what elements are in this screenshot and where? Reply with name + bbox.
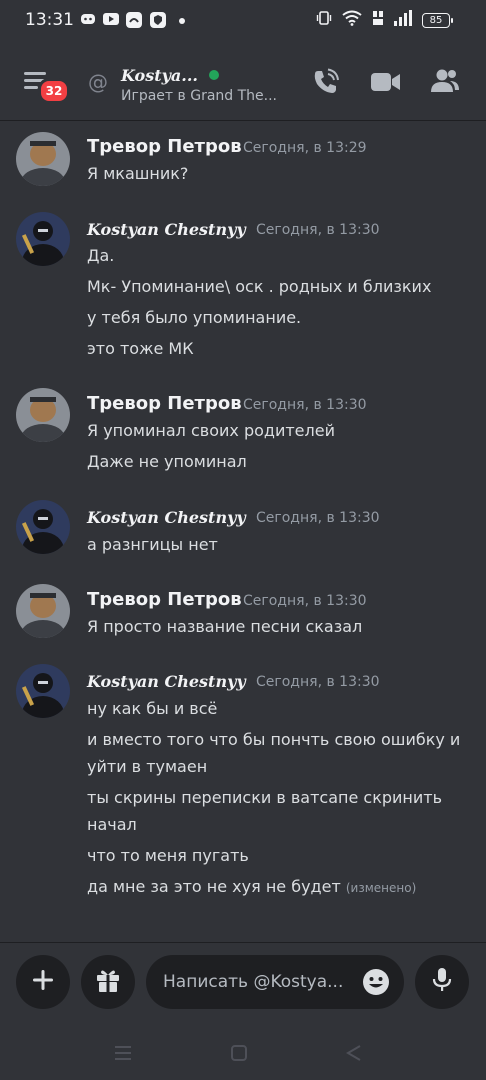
- recipient-activity: Играет в Grand The...: [121, 88, 277, 104]
- message-text: Я просто название песни сказал: [87, 617, 363, 636]
- volte-icon: [372, 10, 384, 30]
- vibrate-icon: [316, 10, 332, 30]
- voice-call-button[interactable]: [312, 68, 340, 100]
- avatar[interactable]: [16, 584, 70, 638]
- home-icon[interactable]: [230, 1044, 248, 1066]
- dm-header: 32 @ Kostya... Играет в Grand The...: [0, 44, 486, 121]
- emoji-icon[interactable]: [362, 968, 390, 1000]
- youtube-notification-icon: [103, 12, 119, 26]
- online-status-indicator: [209, 70, 219, 80]
- edited-label: (изменено): [345, 881, 417, 895]
- message-timestamp: Сегодня, в 13:30: [256, 510, 380, 526]
- status-indicators: 85: [316, 10, 453, 30]
- recent-apps-icon[interactable]: [114, 1044, 132, 1066]
- message-text: Я мкашник?: [87, 164, 189, 183]
- message-text: начал: [87, 815, 137, 834]
- message-text: да мне за это не хуя не будет (изменено): [87, 877, 416, 896]
- message-text: ну как бы и всё: [87, 699, 218, 718]
- discord-notification-icon: [80, 12, 96, 26]
- dm-recipient-name[interactable]: Kostya...: [121, 66, 198, 85]
- message-text: Мк- Упоминание\ оск . родных и близких: [87, 277, 432, 296]
- battery-indicator: 85: [422, 12, 453, 28]
- message-input[interactable]: Написать @Kostya...: [146, 955, 404, 1009]
- at-sign-icon: @: [88, 70, 108, 94]
- members-button[interactable]: [430, 68, 460, 98]
- message-input-placeholder: Написать @Kostya...: [163, 972, 344, 992]
- message-composer: Написать @Kostya...: [0, 942, 486, 1033]
- message-timestamp: Сегодня, в 13:30: [243, 397, 367, 413]
- plus-icon: [32, 969, 54, 995]
- status-time: 13:31: [25, 10, 74, 30]
- message-author[interactable]: Тревор Петров: [87, 589, 242, 610]
- voice-message-button[interactable]: [415, 955, 469, 1009]
- message-text: и вместо того что бы пончть свою ошибку …: [87, 730, 461, 749]
- video-call-button[interactable]: [371, 72, 401, 96]
- attach-button[interactable]: [16, 955, 70, 1009]
- wifi-icon: [342, 10, 362, 30]
- message-text: уйти в тумаен: [87, 757, 208, 776]
- message-timestamp: Сегодня, в 13:30: [256, 222, 380, 238]
- avatar[interactable]: [16, 132, 70, 186]
- message-timestamp: Сегодня, в 13:29: [243, 140, 367, 156]
- gift-icon: [95, 967, 121, 997]
- message-text: у тебя было упоминание.: [87, 308, 302, 327]
- gift-button[interactable]: [81, 955, 135, 1009]
- back-icon[interactable]: [345, 1044, 363, 1066]
- message-text: ты скрины переписки в ватсапе скринить: [87, 788, 443, 807]
- messenger-notification-icon: [126, 12, 142, 28]
- message-timestamp: Сегодня, в 13:30: [256, 674, 380, 690]
- message-author[interactable]: Kostyan Chestnyy: [87, 508, 246, 527]
- vpn-shield-icon: [150, 12, 166, 28]
- avatar[interactable]: [16, 212, 70, 266]
- microphone-icon: [431, 967, 453, 997]
- unread-mentions-badge: 32: [38, 78, 70, 104]
- status-bar: 13:31 85: [0, 0, 486, 44]
- message-text: Даже не упоминал: [87, 452, 247, 471]
- avatar[interactable]: [16, 388, 70, 442]
- signal-icon: [394, 10, 412, 30]
- message-text: это тоже МК: [87, 339, 194, 358]
- message-author[interactable]: Тревор Петров: [87, 393, 242, 414]
- message-timestamp: Сегодня, в 13:30: [243, 593, 367, 609]
- message-text: Я упоминал своих родителей: [87, 421, 335, 440]
- message-author[interactable]: Kostyan Chestnyy: [87, 672, 246, 691]
- message-text-content: да мне за это не хуя не будет: [87, 877, 341, 896]
- message-text: Да.: [87, 246, 115, 265]
- message-author[interactable]: Тревор Петров: [87, 136, 242, 157]
- avatar[interactable]: [16, 664, 70, 718]
- more-notifications-dot-icon: [179, 18, 185, 24]
- system-navigation-bar: [0, 1032, 486, 1080]
- message-author[interactable]: Kostyan Chestnyy: [87, 220, 246, 239]
- message-text: что то меня пугать: [87, 846, 249, 865]
- message-text: а разнгицы нет: [87, 535, 218, 554]
- avatar[interactable]: [16, 500, 70, 554]
